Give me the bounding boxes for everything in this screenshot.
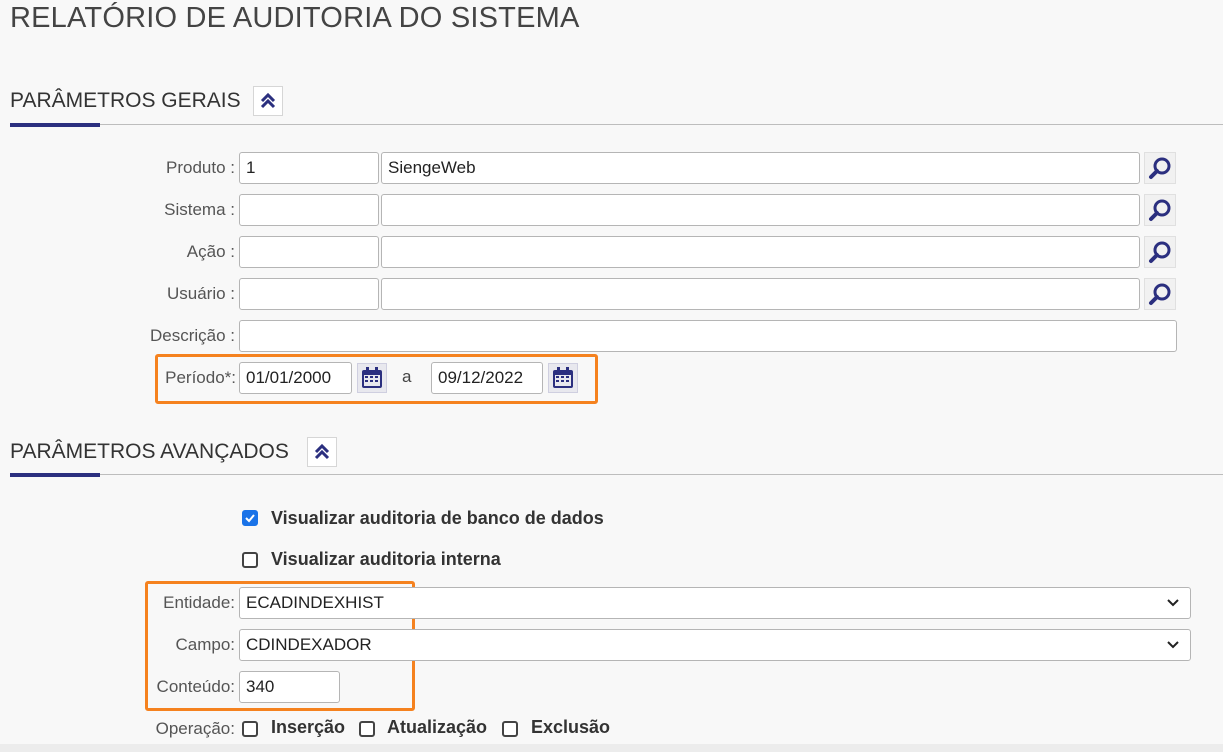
double-chevron-up-icon — [260, 92, 276, 109]
usuario-lookup-button[interactable] — [1144, 278, 1176, 310]
magnifier-icon — [1149, 199, 1171, 221]
periodo-start-calendar-button[interactable] — [357, 363, 387, 393]
campo-select[interactable]: CDINDEXADOR — [239, 629, 1191, 661]
acao-lookup-button[interactable] — [1144, 236, 1176, 268]
magnifier-icon — [1149, 157, 1171, 179]
bottom-scroll-strip — [0, 744, 1223, 752]
calendar-icon — [553, 367, 573, 388]
operacao-label: Operação: — [155, 719, 235, 738]
periodo-end-input[interactable]: 09/12/2022 — [431, 362, 543, 394]
magnifier-icon — [1149, 283, 1171, 305]
periodo-end-calendar-button[interactable] — [548, 363, 578, 393]
periodo-separator: a — [402, 367, 412, 386]
usuario-code-input[interactable] — [239, 278, 379, 310]
campo-select-value: CDINDEXADOR — [246, 635, 372, 654]
periodo-start-input[interactable]: 01/01/2000 — [239, 362, 352, 394]
chevron-down-icon — [1167, 599, 1179, 607]
periodo-label: Período*: — [165, 368, 236, 387]
acao-label: Ação : — [186, 242, 235, 261]
calendar-icon — [362, 367, 382, 388]
double-chevron-up-icon — [314, 443, 330, 460]
entidade-select[interactable]: ECADINDEXHIST — [239, 587, 1191, 619]
sistema-code-input[interactable] — [239, 194, 379, 226]
operacao-exclusao-label: Exclusão — [531, 717, 611, 737]
page-title: RELATÓRIO DE AUDITORIA DO SISTEMA — [10, 2, 580, 34]
acao-name-input[interactable] — [381, 236, 1140, 268]
produto-label: Produto : — [166, 158, 235, 177]
operacao-atualizacao-label: Atualização — [387, 717, 488, 737]
advanced-section-accent — [10, 473, 100, 477]
internal-audit-label: Visualizar auditoria interna — [271, 549, 501, 569]
chevron-down-icon — [1167, 641, 1179, 649]
general-collapse-button[interactable] — [253, 86, 283, 116]
produto-lookup-button[interactable] — [1144, 152, 1176, 184]
general-section-divider — [10, 124, 1223, 125]
campo-label: Campo: — [175, 635, 235, 654]
operacao-insercao-checkbox[interactable] — [242, 721, 258, 737]
entidade-label: Entidade: — [163, 593, 235, 612]
produto-code-input[interactable]: 1 — [239, 152, 379, 184]
advanced-collapse-button[interactable] — [307, 437, 337, 467]
conteudo-label: Conteúdo: — [156, 677, 235, 696]
advanced-section-divider — [10, 474, 1223, 475]
operacao-insercao-label: Inserção — [271, 717, 346, 737]
checkmark-icon — [245, 514, 255, 523]
sistema-lookup-button[interactable] — [1144, 194, 1176, 226]
descricao-label: Descrição : — [149, 326, 235, 345]
sistema-name-input[interactable] — [381, 194, 1140, 226]
operacao-exclusao-checkbox[interactable] — [502, 721, 518, 737]
acao-code-input[interactable] — [239, 236, 379, 268]
advanced-section-title: PARÂMETROS AVANÇADOS — [10, 440, 289, 463]
usuario-label: Usuário : — [166, 284, 235, 303]
usuario-name-input[interactable] — [381, 278, 1140, 310]
internal-audit-checkbox[interactable] — [242, 552, 258, 568]
db-audit-checkbox[interactable] — [242, 510, 258, 526]
general-section-title: PARÂMETROS GERAIS — [10, 89, 241, 112]
magnifier-icon — [1149, 241, 1171, 263]
db-audit-label: Visualizar auditoria de banco de dados — [271, 508, 604, 528]
sistema-label: Sistema : — [164, 200, 235, 219]
operacao-atualizacao-checkbox[interactable] — [359, 721, 375, 737]
general-section-accent — [10, 123, 100, 127]
produto-name-input[interactable]: SiengeWeb — [381, 152, 1140, 184]
entidade-select-value: ECADINDEXHIST — [246, 593, 384, 612]
conteudo-input[interactable]: 340 — [239, 671, 340, 703]
descricao-input[interactable] — [239, 320, 1177, 352]
